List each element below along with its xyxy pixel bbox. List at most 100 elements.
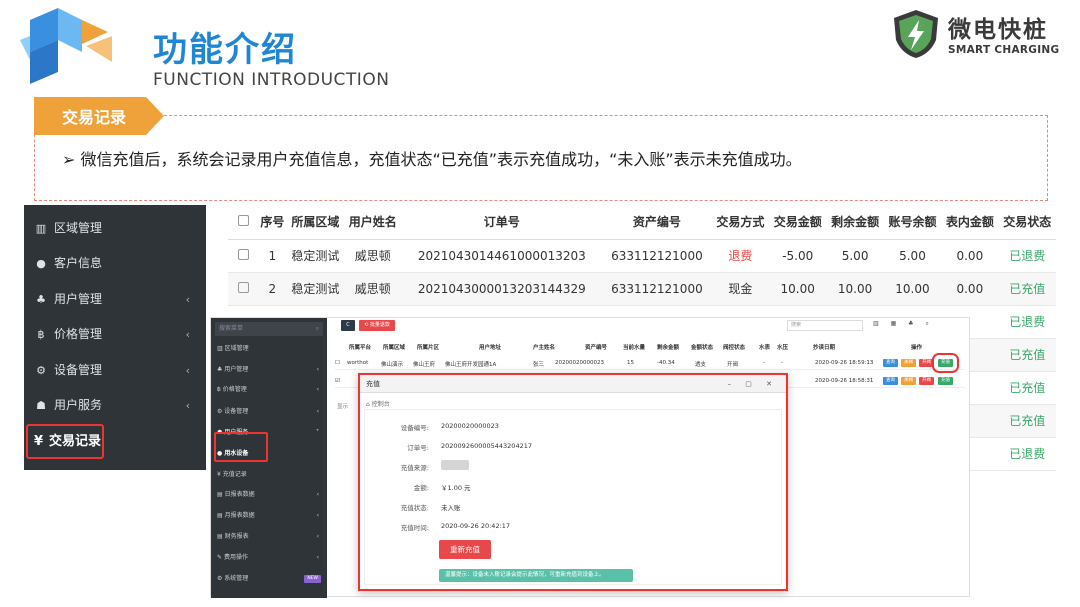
status-badge: 已充值	[998, 371, 1056, 405]
overlay-sidebar-item[interactable]: ⚙ 系统管理 NEW	[211, 568, 327, 590]
cell-balance: 5.00	[883, 239, 942, 273]
window-controls[interactable]: – ▢ ✕	[728, 375, 778, 393]
cell-user: 威思顿	[344, 272, 402, 306]
lightning-shield-icon	[894, 10, 938, 58]
overlay-sidebar-item[interactable]: ▤ 日报表数据 ‹	[211, 484, 327, 506]
row-checkbox[interactable]: ☑	[335, 378, 340, 384]
cell-meter: 0.00	[941, 239, 999, 273]
row-checkbox[interactable]	[228, 272, 258, 306]
chevron-left-icon: ‹	[185, 364, 190, 377]
status-badge: 已退费	[998, 239, 1056, 273]
modal-title: 充值	[366, 380, 380, 388]
overlay-sidebar: 搜索菜单 ⌕ ▥ 区域管理 ♣ 用户管理 ‹ ฿ 价格管理 ‹ ⚙ 设备管理 ‹ ☗ 用…	[211, 318, 327, 598]
cell: 15	[627, 360, 634, 366]
page-subtitle: FUNCTION INTRODUCTION	[153, 70, 390, 90]
sidebar-item-device[interactable]: ⚙ 设备管理 ‹	[24, 353, 206, 388]
column-header: 金额状态	[691, 345, 714, 351]
open-valve-button[interactable]: 开阀	[919, 359, 934, 367]
users-icon: ♣	[36, 293, 46, 306]
column-header[interactable]: 订单号	[401, 205, 603, 240]
sidebar-item-customer[interactable]: ● 客户信息	[24, 246, 206, 281]
query-button[interactable]: 查询	[883, 359, 898, 367]
column-header[interactable]: 序号	[258, 205, 287, 240]
overlay-sidebar-item[interactable]: ⚙ 设备管理 ‹	[211, 401, 327, 423]
column-header[interactable]: 交易方式	[711, 205, 770, 240]
yen-icon: ¥	[34, 434, 44, 449]
status-badge: 已充值	[998, 404, 1056, 438]
select-all-checkbox[interactable]	[228, 205, 258, 240]
sidebar-item-label: 设备管理	[54, 363, 103, 377]
status-badge: 已退费	[998, 437, 1056, 471]
field-label: 金额:	[413, 484, 429, 492]
status-badge: 已充值	[998, 338, 1056, 372]
column-header: 抄读日期	[813, 345, 836, 351]
refresh-button[interactable]: C	[341, 320, 355, 331]
sidebar-item-service[interactable]: ☗ 用户服务 ‹	[24, 388, 206, 423]
recharge-button[interactable]: 充值	[932, 353, 959, 373]
row-checkbox[interactable]	[228, 239, 258, 273]
table-tools[interactable]: ▥ ▦ ♣ ⌕	[873, 320, 934, 328]
recharge-button[interactable]: 充值	[938, 377, 953, 385]
modal-body: 设备编号: 20200020000023 订单号: 20200926000054…	[364, 409, 782, 585]
pagination-info: 显示	[337, 404, 349, 410]
overlay-sidebar-item[interactable]: ▥ 区域管理	[211, 338, 327, 360]
sidebar-item-area[interactable]: ▥ 区域管理	[24, 211, 206, 246]
column-header[interactable]: 资产编号	[602, 205, 712, 240]
modal-header: 充值 – ▢ ✕	[360, 375, 786, 393]
column-header[interactable]: 用户姓名	[344, 205, 402, 240]
cell-order: 202104301446100001320​3	[401, 239, 603, 273]
sidebar-item-price[interactable]: ฿ 价格管理 ‹	[24, 317, 206, 352]
column-header: 阀控状态	[723, 345, 746, 351]
overlay-sidebar-item[interactable]: ✎ 费用操作 ‹	[211, 547, 327, 569]
search-icon: ⌕	[315, 325, 319, 332]
cell-asset: 633112121000	[602, 272, 712, 306]
cell: 20200020000023	[555, 360, 604, 366]
cell: 透支	[695, 362, 707, 368]
order-id-value: 20200926000054432042​17	[441, 442, 532, 450]
column-header[interactable]: 账号余额	[883, 205, 942, 240]
column-header[interactable]: 交易状态	[998, 205, 1056, 240]
overlay-sidebar-item[interactable]: ▤ 财务报表 ‹	[211, 526, 327, 548]
cell: 张三	[533, 362, 545, 368]
column-header: 所属片区	[417, 345, 440, 351]
open-valve-button[interactable]: 开阀	[919, 377, 934, 385]
sidebar-item-transactions[interactable]: ¥ 交易记录	[26, 424, 104, 459]
column-header[interactable]: 表内金额	[941, 205, 999, 240]
sidebar-item-label: 价格管理	[54, 327, 103, 341]
service-icon: ☗	[36, 399, 46, 412]
cell: 佛山王府开发园通1A	[445, 362, 497, 368]
retry-recharge-button[interactable]: 重新充值	[439, 540, 491, 559]
close-valve-button[interactable]: 关阀	[901, 359, 916, 367]
cell-method: 退费	[711, 239, 770, 273]
batch-refund-button[interactable]: ⟲ 批量退款	[359, 320, 395, 331]
column-header: 操作	[911, 345, 923, 351]
close-valve-button[interactable]: 关阀	[901, 377, 916, 385]
tip-banner: 温馨提示：设备未入账记录会提示此情况，可重新充值到设备上。	[439, 569, 633, 582]
column-header[interactable]: 所属区域	[286, 205, 345, 240]
column-header[interactable]: 交易金额	[769, 205, 827, 240]
home-icon: ⌂	[366, 401, 370, 408]
sidebar-item-label: 用户服务	[54, 398, 103, 412]
overlay-sidebar-item[interactable]: ♣ 用户管理 ‹	[211, 359, 327, 381]
column-header: 当前水量	[623, 345, 646, 351]
column-header: 资产编号	[585, 345, 608, 351]
recharge-time-value: 2020-09-26 20:42:17	[441, 522, 511, 530]
cell: 佛山王府	[413, 362, 436, 368]
query-button[interactable]: 查询	[883, 377, 898, 385]
overlay-sidebar-item[interactable]: ฿ 价格管理 ‹	[211, 379, 327, 401]
row-checkbox[interactable]: ☐	[335, 360, 340, 366]
table-search-input[interactable]: 搜索	[787, 320, 863, 331]
sidebar-item-users[interactable]: ♣ 用户管理 ‹	[24, 282, 206, 317]
column-header: 用户地址	[479, 345, 502, 351]
column-header[interactable]: 剩余金额	[826, 205, 884, 240]
amount-value: ￥1.00 元	[441, 484, 471, 492]
cell: 开阀	[727, 362, 739, 368]
user-icon: ●	[36, 257, 46, 270]
menu-search-input[interactable]: 搜索菜单 ⌕	[215, 322, 323, 336]
sidebar-item-label: 用户管理	[54, 292, 103, 306]
overlay-sidebar-item[interactable]: ¥ 充值记录	[211, 464, 327, 486]
column-header: 所属平台	[349, 345, 372, 351]
table-row: 1 稳定测试 威思顿 202104301446100001320​3 63311…	[228, 239, 1056, 273]
cell: -	[763, 360, 765, 366]
overlay-sidebar-item[interactable]: ▤ 月报表数据 ‹	[211, 505, 327, 527]
